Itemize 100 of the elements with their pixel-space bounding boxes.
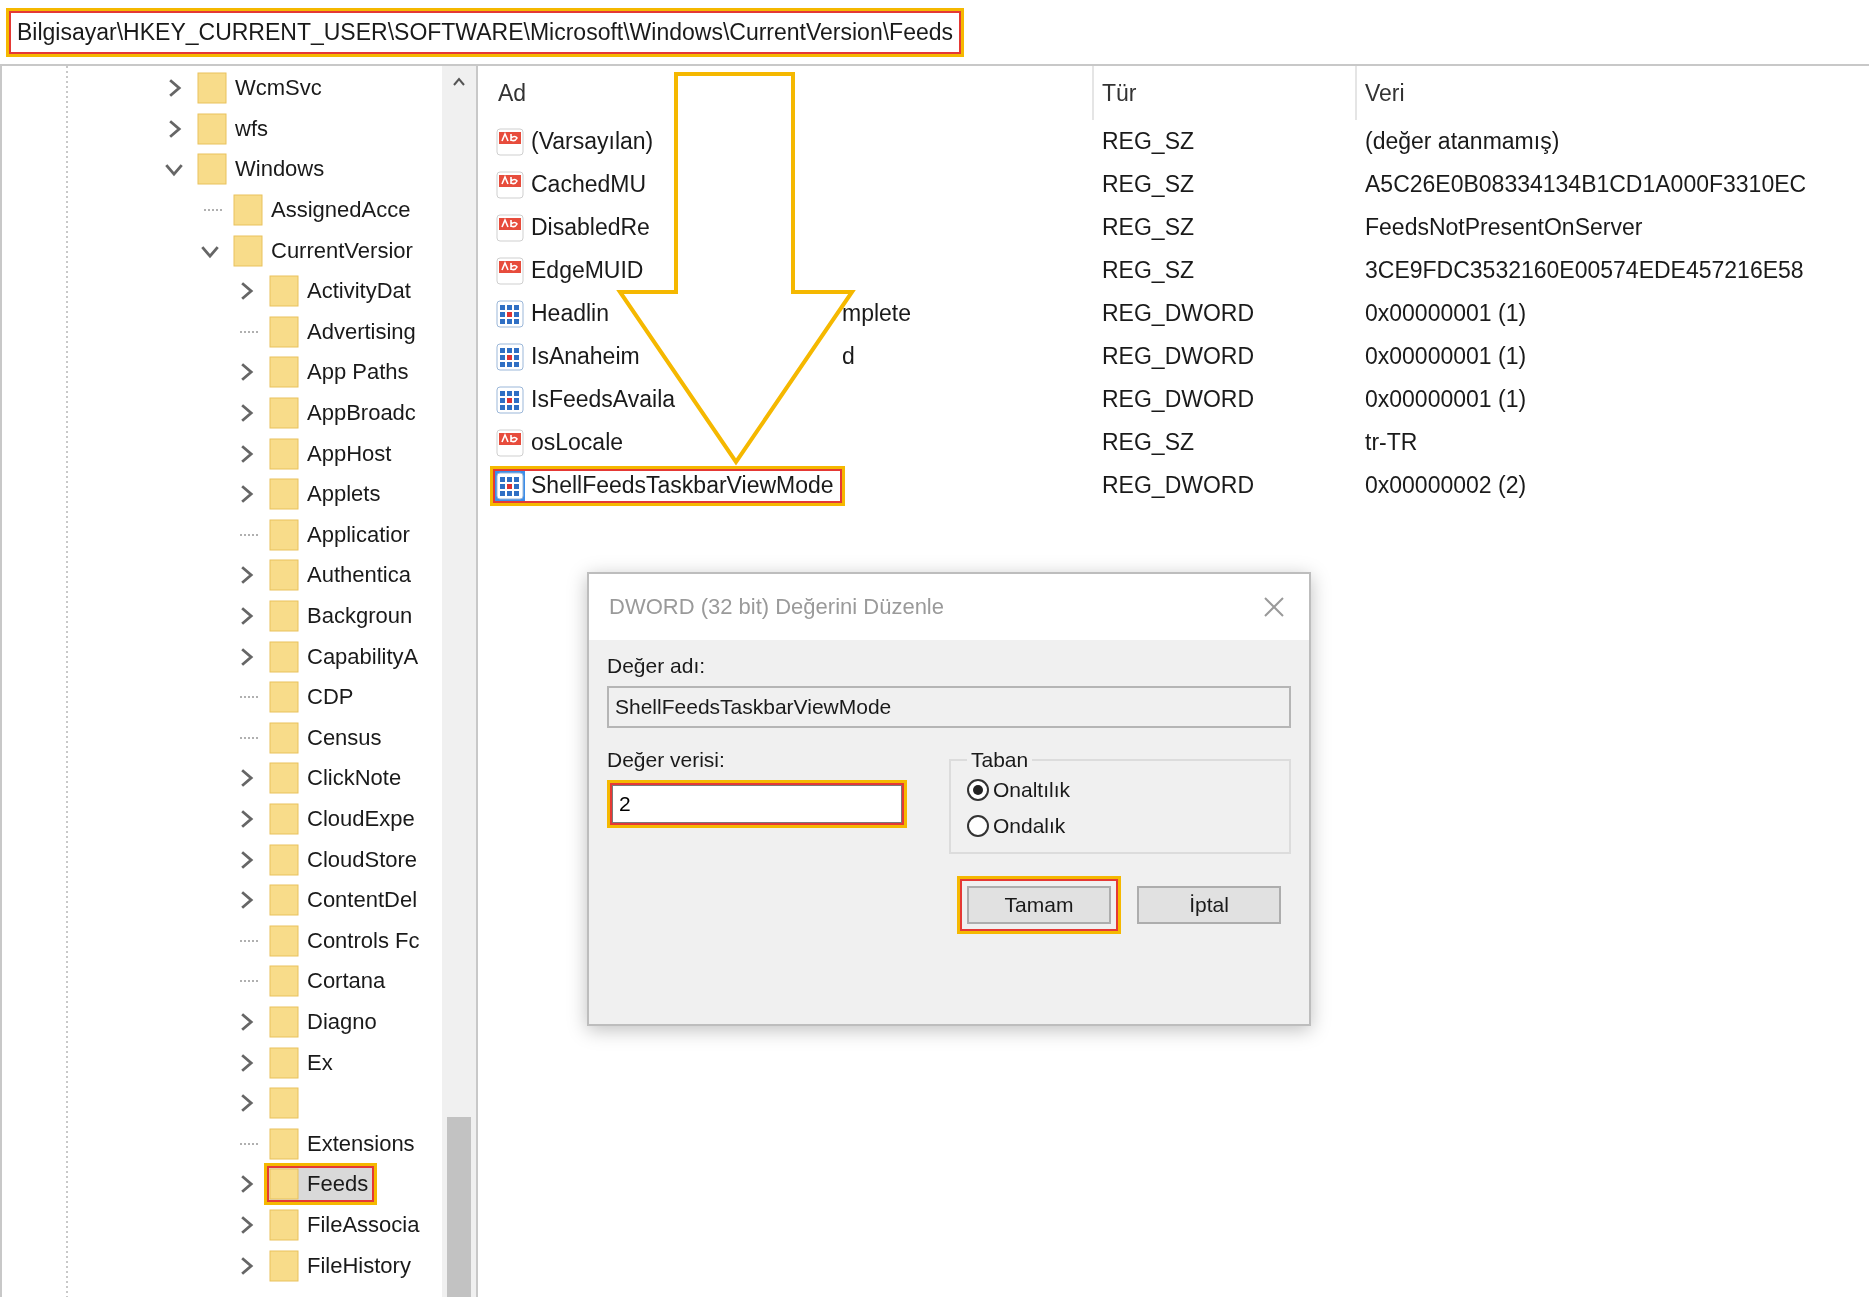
- value-name-text: CachedMU: [531, 171, 647, 198]
- table-cell-text: REG_SZ: [1101, 213, 1196, 242]
- folder-icon: [269, 356, 299, 389]
- tree-item[interactable]: Controls Fc: [264, 919, 429, 962]
- field-label: Değer verisi:: [607, 748, 726, 772]
- value-name[interactable]: (Varsayılan): [490, 121, 665, 162]
- tree-item[interactable]: AppHost: [264, 432, 401, 475]
- group-label: Taban: [970, 748, 1030, 772]
- table-cell-text: REG_DWORD: [1101, 299, 1256, 328]
- folder-icon: [269, 924, 299, 957]
- folder-icon: [269, 559, 299, 592]
- table-cell-text: REG_SZ: [1101, 170, 1196, 199]
- address-field[interactable]: Bilgisayar\HKEY_CURRENT_USER\SOFTWARE\Microsoft\Windows\CurrentVersion\Feeds: [6, 7, 964, 57]
- tree-item[interactable]: Feeds: [264, 1163, 378, 1206]
- field-label: Değer adı:: [607, 654, 707, 678]
- folder-icon: [269, 1168, 299, 1201]
- column-header[interactable]: Tür: [1094, 66, 1357, 120]
- folder-icon: [269, 1208, 299, 1241]
- scroll-thumb[interactable]: [447, 1117, 471, 1297]
- table-cell-text: FeedsNotPresentOnServer: [1364, 213, 1644, 242]
- value-data-field[interactable]: 2: [607, 780, 907, 828]
- tree-item[interactable]: Windows: [192, 148, 334, 191]
- tree-item[interactable]: CDP: [264, 676, 363, 719]
- folder-icon: [269, 437, 299, 470]
- table-cell-text: REG_SZ: [1101, 428, 1196, 457]
- folder-icon: [269, 681, 299, 714]
- value-name[interactable]: DisabledRe: [490, 207, 661, 248]
- value-name[interactable]: ShellFeedsTaskbarViewMode: [490, 465, 845, 506]
- table-cell-text: REG_DWORD: [1101, 471, 1256, 500]
- value-name[interactable]: Headlin: [490, 293, 620, 334]
- tree-item[interactable]: CloudExpe: [264, 798, 424, 840]
- table-cell-text: 0x00000002 (2): [1364, 471, 1528, 500]
- scrollbar[interactable]: [442, 66, 476, 1297]
- table-cell-text: (değer atanmamış): [1364, 127, 1561, 156]
- column-header[interactable]: Veri: [1357, 66, 1869, 120]
- tree-item[interactable]: ClickNote: [264, 757, 411, 800]
- folder-icon: [269, 762, 299, 795]
- value-name-text: d: [842, 343, 856, 370]
- tree-item[interactable]: CurrentVersior: [228, 229, 422, 272]
- folder-icon: [269, 884, 299, 917]
- folder-icon: [269, 1087, 299, 1120]
- folder-icon: [197, 72, 227, 105]
- value-name-text: DisabledRe: [531, 214, 650, 241]
- folder-icon: [269, 315, 299, 348]
- tree-item[interactable]: Authentica: [264, 554, 420, 597]
- folder-icon: [269, 803, 299, 835]
- tree-item[interactable]: Advertising: [264, 310, 425, 353]
- table-cell-text: REG_DWORD: [1101, 342, 1256, 371]
- dialog-title: DWORD (32 bit) Değerini Düzenle: [609, 594, 944, 620]
- tree-item[interactable]: App Paths: [264, 351, 418, 394]
- folder-icon: [269, 1249, 299, 1282]
- folder-icon: [269, 518, 299, 551]
- tree-item[interactable]: CapabilityA: [264, 635, 428, 678]
- value-name[interactable]: IsAnaheim: [490, 336, 651, 377]
- tree-item[interactable]: ActivityDat: [264, 270, 420, 313]
- tree-item[interactable]: wfs: [192, 107, 277, 150]
- folder-icon: [197, 112, 227, 145]
- folder-icon: [269, 600, 299, 632]
- value-name[interactable]: osLocale: [490, 422, 635, 463]
- value-name-text: (Varsayılan): [531, 128, 654, 155]
- table-cell-text: REG_SZ: [1101, 256, 1196, 285]
- tree-item[interactable]: WcmSvc: [192, 67, 331, 110]
- value-name-text: EdgeMUID: [531, 257, 644, 284]
- tree-item[interactable]: Cortana: [264, 960, 395, 1003]
- folder-icon: [269, 1005, 299, 1038]
- tree-item[interactable]: AppBroadc: [264, 392, 425, 435]
- folder-icon: [269, 478, 299, 511]
- folder-icon: [269, 721, 299, 754]
- radio-option[interactable]: Ondalık: [967, 814, 1273, 838]
- value-name-field[interactable]: ShellFeedsTaskbarViewMode: [607, 686, 1291, 728]
- value-name-text: IsAnaheim: [531, 343, 640, 370]
- folder-icon: [269, 1046, 299, 1079]
- dialog-button[interactable]: Tamam: [957, 876, 1121, 934]
- folder-icon: [269, 843, 299, 876]
- tree-item[interactable]: Ex: [264, 1041, 342, 1084]
- table-cell-text: REG_DWORD: [1101, 385, 1256, 414]
- close-icon: [1263, 596, 1285, 618]
- tree-item[interactable]: Diagno: [264, 1000, 386, 1043]
- value-name[interactable]: EdgeMUID: [490, 250, 655, 291]
- folder-icon: [269, 965, 299, 998]
- value-name-text: IsFeedsAvaila: [531, 386, 676, 413]
- tree-item[interactable]: Applicatior: [264, 513, 419, 556]
- tree-item[interactable]: ContentDel: [264, 879, 427, 922]
- table-cell-text: A5C26E0B08334134B1CD1A000F3310EC: [1364, 170, 1808, 199]
- tree-item[interactable]: AssignedAcce: [228, 189, 420, 232]
- tree-item[interactable]: Applets: [264, 473, 390, 516]
- tree-item[interactable]: FileAssocia: [264, 1203, 429, 1246]
- folder-icon: [269, 640, 299, 673]
- value-name-text: mplete: [842, 300, 913, 327]
- folder-icon: [269, 397, 299, 430]
- value-name[interactable]: CachedMU: [490, 164, 658, 205]
- folder-icon: [197, 153, 227, 186]
- table-cell-text: REG_SZ: [1101, 127, 1196, 156]
- value-name[interactable]: IsFeedsAvaila: [490, 379, 687, 420]
- tree-item[interactable]: FileHistory: [264, 1244, 420, 1287]
- radio-option[interactable]: Onaltılık: [967, 778, 1273, 802]
- tree-item[interactable]: Extensions: [264, 1122, 424, 1165]
- tree-item[interactable]: Backgroun: [264, 595, 422, 637]
- tree-item[interactable]: Census: [264, 716, 391, 759]
- tree-item[interactable]: CloudStore: [264, 838, 427, 881]
